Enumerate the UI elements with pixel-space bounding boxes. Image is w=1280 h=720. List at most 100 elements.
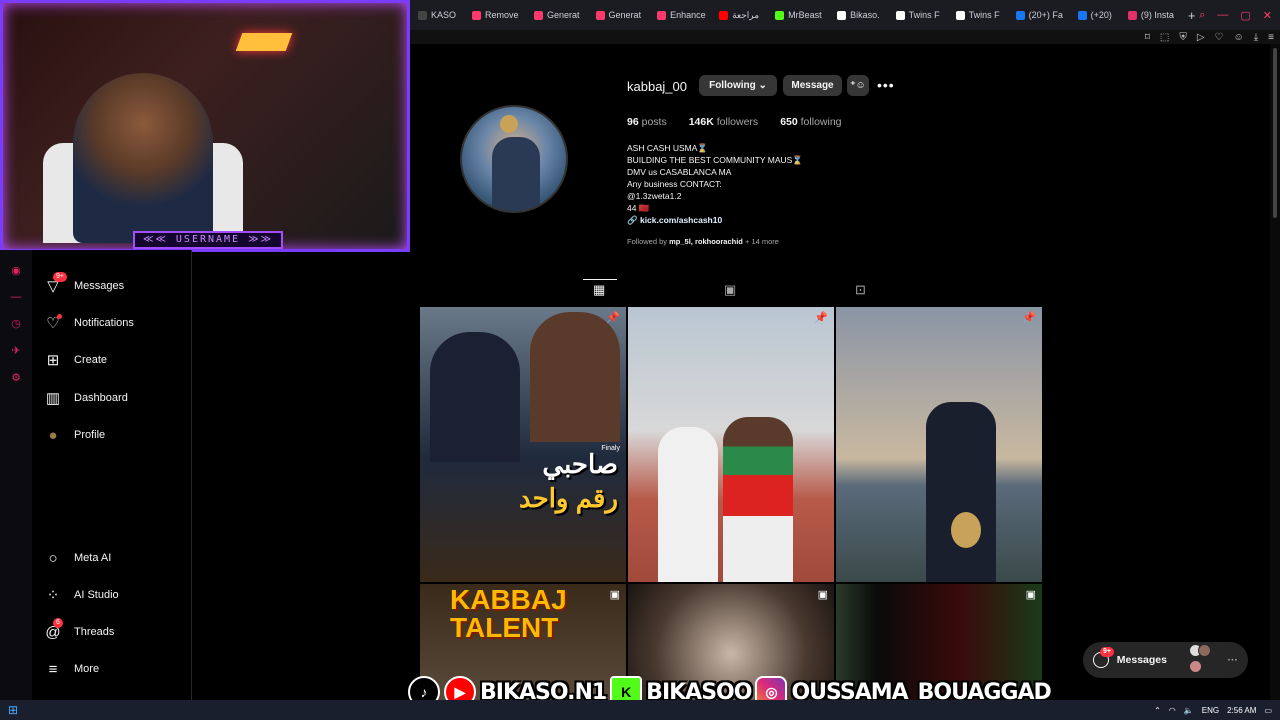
search-icon[interactable]: ⌕ [1199, 9, 1205, 22]
lamp-shape [235, 33, 293, 51]
player-icon[interactable]: ◉ [0, 264, 32, 277]
username-plate: ≪≪ USERNAME ≫≫ [133, 231, 283, 249]
tab-reels-icon[interactable]: ▣ [724, 282, 736, 298]
nav-item-messages[interactable]: ▽ 9+ Messages [44, 272, 125, 295]
settings-icon[interactable]: ⚙ [0, 371, 32, 384]
post-grid: صاحبي رقم واحد Finaly 📌 📌 📌 KABBAJ TALENT … [420, 307, 1042, 700]
threads-icon: @6 [44, 618, 63, 641]
nav-item-create[interactable]: ⊞ Create [44, 351, 107, 369]
post-tile[interactable]: صاحبي رقم واحد Finaly 📌 [420, 307, 626, 582]
history-icon[interactable]: ◷ [0, 317, 32, 330]
reel-icon: ▣ [1025, 589, 1036, 601]
plus-square-icon: ⊞ [46, 352, 60, 369]
account-icon[interactable]: ☺ [1234, 32, 1244, 43]
browser-tab[interactable]: MrBeast [767, 0, 829, 30]
browser-tab[interactable]: مراجعة [711, 0, 767, 30]
browser-tab[interactable]: Twins F [948, 0, 1008, 30]
heart-icon[interactable]: ♡ [1215, 32, 1224, 43]
browser-tab-label: مراجعة [732, 9, 760, 20]
clock[interactable]: 2:56 AM [1227, 706, 1256, 715]
person-shape [530, 312, 620, 442]
play-icon[interactable]: ▷ [1197, 32, 1205, 43]
nav-item-threads[interactable]: @6 Threads [44, 618, 115, 641]
wifi-icon[interactable]: ◠ [1169, 706, 1176, 715]
nav-item-label: Messages [74, 280, 125, 292]
browser-tab[interactable]: Generat [526, 0, 588, 30]
shield-icon[interactable]: ⛨ [1179, 32, 1187, 43]
close-icon[interactable]: ✕ [1263, 9, 1272, 22]
followed-by[interactable]: Followed by mp_5l, rokhoorachid + 14 mor… [627, 237, 779, 246]
profile-avatar[interactable] [460, 105, 568, 213]
bio-link[interactable]: 🔗 kick.com/ashcash10 [627, 214, 803, 226]
profile-stats: 96 posts 146K followers 650 following [627, 116, 842, 128]
followers-count[interactable]: 146K followers [689, 116, 758, 128]
ring-icon: ○ [48, 549, 58, 567]
flow-icon[interactable]: ✈ [0, 344, 32, 357]
browser-tab[interactable]: Remove [464, 0, 526, 30]
nav-item-meta-ai[interactable]: ○ Meta AI [44, 549, 111, 567]
nav-item-more[interactable]: ≡ More [44, 660, 99, 678]
browser-tab[interactable]: KASO [410, 0, 464, 30]
new-tab-button[interactable]: + [1188, 8, 1196, 23]
link-icon: 🔗 [627, 215, 638, 225]
scroll-thumb[interactable] [1273, 48, 1277, 218]
favicon-icon [895, 10, 905, 20]
system-tray: ⌃ ◠ 🔈 ENG 2:56 AM ▭ [1154, 700, 1272, 720]
following-button[interactable]: Following ⌄ [699, 75, 777, 96]
snapshot-icon[interactable]: ⬚ [1160, 32, 1169, 43]
browser-tab-label: Bikaso. [850, 10, 880, 20]
bio-line: Any business CONTACT: [627, 179, 722, 189]
menu-icon[interactable]: ≡ [1268, 32, 1274, 43]
add-user-icon[interactable]: ⁺☺ [847, 75, 869, 96]
browser-tab-label: (20+) Fa [1028, 10, 1063, 20]
browser-tab-label: Twins F [908, 10, 940, 20]
following-count[interactable]: 650 following [780, 116, 841, 128]
favicon-icon [837, 10, 847, 20]
post-caption: صاحبي رقم واحد [518, 449, 618, 513]
more-dots-icon: ··· [1227, 654, 1239, 666]
browser-tab[interactable]: (+20) [1070, 0, 1120, 30]
windows-start-icon[interactable]: ⊞ [8, 703, 18, 717]
menu-icon: ≡ [48, 660, 58, 678]
avatar-icon: ● [48, 426, 58, 444]
tab-tagged-icon[interactable]: ⊡ [855, 282, 866, 298]
download-icon[interactable]: ⤓ [1254, 32, 1258, 43]
figure-shape [492, 137, 540, 211]
person-shape [926, 402, 996, 582]
favicon-icon [472, 10, 482, 20]
chevron-up-icon[interactable]: ⌃ [1154, 706, 1161, 715]
maximize-icon[interactable]: ▢ [1240, 9, 1250, 22]
bookmark-icon[interactable]: ⌑ [1145, 32, 1150, 43]
volume-icon[interactable]: 🔈 [1184, 706, 1194, 715]
browser-tab[interactable]: Twins F [888, 0, 948, 30]
tab-posts-grid-icon[interactable]: ▦ [582, 279, 618, 298]
browser-tab[interactable]: Generat [588, 0, 650, 30]
bio-line: @1.3zweta1.2 [627, 191, 682, 201]
browser-tab[interactable]: Enhance [649, 0, 711, 30]
minimize-icon[interactable]: — [1217, 9, 1228, 21]
browser-tab[interactable]: Bikaso. [829, 0, 888, 30]
profile-bio: ASH CASH USMA⌛ BUILDING THE BEST COMMUNIT… [627, 142, 803, 226]
trophy-shape [951, 512, 981, 548]
webcam-overlay: ≪≪ USERNAME ≫≫ [0, 0, 410, 252]
nav-item-label: Threads [74, 626, 115, 638]
post-tile[interactable]: 📌 [836, 307, 1042, 582]
browser-tab[interactable]: (20+) Fa [1008, 0, 1070, 30]
message-button[interactable]: Message [783, 75, 842, 96]
browser-tab[interactable]: (9) Insta [1120, 0, 1182, 30]
streamer-figure [73, 73, 213, 243]
favicon-icon [595, 10, 605, 20]
messages-popup[interactable]: 9+ Messages ··· [1083, 642, 1248, 678]
nav-item-ai-studio[interactable]: ⁘ AI Studio [44, 586, 119, 604]
browser-sidebar: ◉ — ◷ ✈ ⚙ [0, 250, 32, 700]
language-indicator[interactable]: ENG [1202, 706, 1219, 715]
nav-item-profile[interactable]: ● Profile [44, 426, 105, 444]
more-options-icon[interactable]: ••• [877, 77, 895, 93]
window-controls: ⌕ — ▢ ✕ [1199, 0, 1272, 30]
page-scrollbar[interactable] [1270, 44, 1280, 700]
browser-tab-label: MrBeast [788, 10, 822, 20]
nav-item-notifications[interactable]: ♡ Notifications [44, 314, 134, 332]
notification-icon[interactable]: ▭ [1264, 706, 1272, 715]
nav-item-dashboard[interactable]: ▥ Dashboard [44, 389, 128, 407]
post-tile[interactable]: 📌 [628, 307, 834, 582]
